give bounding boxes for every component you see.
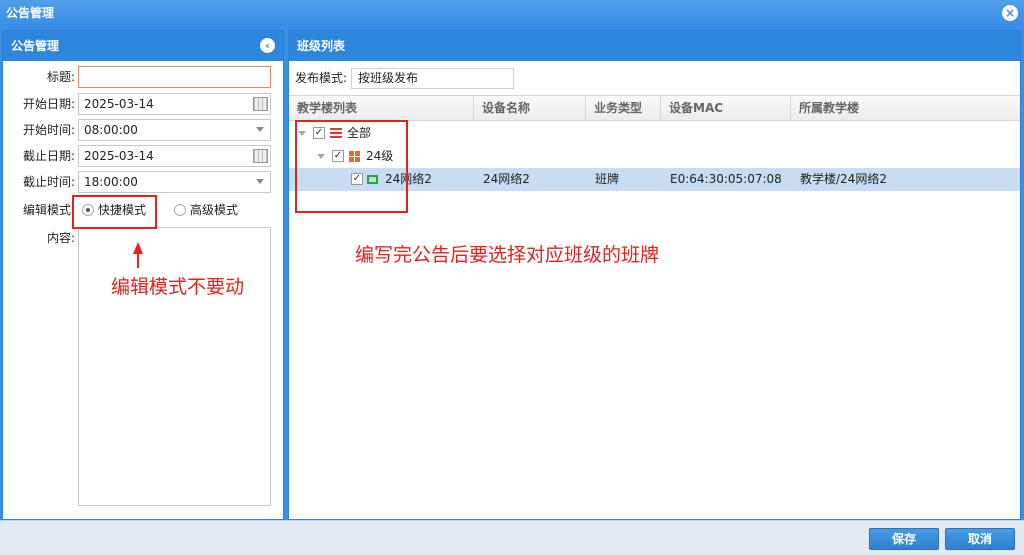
- edit-mode-label: 编辑模式: [22, 203, 71, 217]
- edit-mode-note: 编辑模式不要动: [111, 276, 245, 298]
- end-date-row: 截止日期: 2025-03-14: [3, 145, 283, 167]
- right-panel-title: 班级列表: [297, 39, 346, 53]
- window-title-bar: 公告管理 ×: [0, 0, 1024, 26]
- content-label: 内容:: [46, 231, 75, 245]
- building-cell: 教学楼/24网络2: [800, 172, 887, 186]
- title-label: 标题:: [46, 70, 75, 84]
- calendar-icon[interactable]: [253, 149, 268, 163]
- device-mac-cell: E0:64:30:05:07:08: [670, 172, 782, 186]
- column-header-building[interactable]: 所属教学楼: [791, 96, 1020, 120]
- cancel-button[interactable]: 取消: [945, 528, 1015, 550]
- class-tree-highlight-box: [295, 120, 408, 213]
- chevron-down-icon[interactable]: [256, 127, 264, 132]
- right-panel-header: 班级列表: [289, 31, 1020, 61]
- class-list-panel: 班级列表 发布模式: 按班级发布 教学楼列表 设备名称 业务类型 设备MAC 所…: [288, 30, 1021, 520]
- column-header-device-name[interactable]: 设备名称: [474, 96, 586, 120]
- end-time-value: 18:00:00: [84, 175, 138, 189]
- start-time-value: 08:00:00: [84, 123, 138, 137]
- title-input[interactable]: [78, 66, 271, 88]
- end-time-select[interactable]: 18:00:00: [78, 171, 271, 193]
- title-row: 标题:: [3, 66, 283, 88]
- content-textarea[interactable]: [78, 227, 271, 506]
- column-header-business-type[interactable]: 业务类型: [586, 96, 661, 120]
- end-date-value: 2025-03-14: [84, 149, 154, 163]
- calendar-icon[interactable]: [253, 97, 268, 111]
- class-selection-note: 编写完公告后要选择对应班级的班牌: [355, 244, 660, 266]
- left-panel-title: 公告管理: [11, 39, 60, 53]
- arrow-shaft: [137, 252, 139, 268]
- radio-unchecked-icon: [174, 204, 186, 216]
- edit-mode-highlight-box: [72, 195, 157, 229]
- end-time-row: 截止时间: 18:00:00: [3, 171, 283, 193]
- start-date-value: 2025-03-14: [84, 97, 154, 111]
- start-date-row: 开始日期: 2025-03-14: [3, 93, 283, 115]
- left-panel-header: 公告管理 ‹: [3, 31, 283, 61]
- column-header-building-list[interactable]: 教学楼列表: [289, 96, 474, 120]
- column-header-device-mac[interactable]: 设备MAC: [661, 96, 791, 120]
- publish-mode-value[interactable]: 按班级发布: [351, 68, 514, 89]
- dialog-footer: 保存 取消: [0, 520, 1024, 555]
- device-name-cell: 24网络2: [483, 172, 530, 186]
- grid-header: 教学楼列表 设备名称 业务类型 设备MAC 所属教学楼: [289, 95, 1020, 121]
- start-time-label: 开始时间:: [22, 123, 75, 137]
- start-date-label: 开始日期:: [22, 97, 75, 111]
- end-date-label: 截止日期:: [22, 149, 75, 163]
- edit-mode-advanced-radio[interactable]: 高级模式: [174, 199, 238, 221]
- start-date-input[interactable]: 2025-03-14: [78, 93, 271, 115]
- window-title: 公告管理: [6, 6, 55, 20]
- chevron-down-icon[interactable]: [256, 179, 264, 184]
- end-date-input[interactable]: 2025-03-14: [78, 145, 271, 167]
- start-time-select[interactable]: 08:00:00: [78, 119, 271, 141]
- publish-mode-row: 发布模式: 按班级发布: [289, 66, 1020, 90]
- business-type-cell: 班牌: [595, 172, 620, 186]
- start-time-row: 开始时间: 08:00:00: [3, 119, 283, 141]
- close-icon[interactable]: ×: [1002, 5, 1018, 21]
- edit-mode-advanced-label: 高级模式: [190, 203, 239, 217]
- end-time-label: 截止时间:: [22, 175, 75, 189]
- save-button[interactable]: 保存: [869, 528, 939, 550]
- publish-mode-label: 发布模式:: [295, 71, 348, 85]
- collapse-panel-icon[interactable]: ‹: [260, 38, 275, 53]
